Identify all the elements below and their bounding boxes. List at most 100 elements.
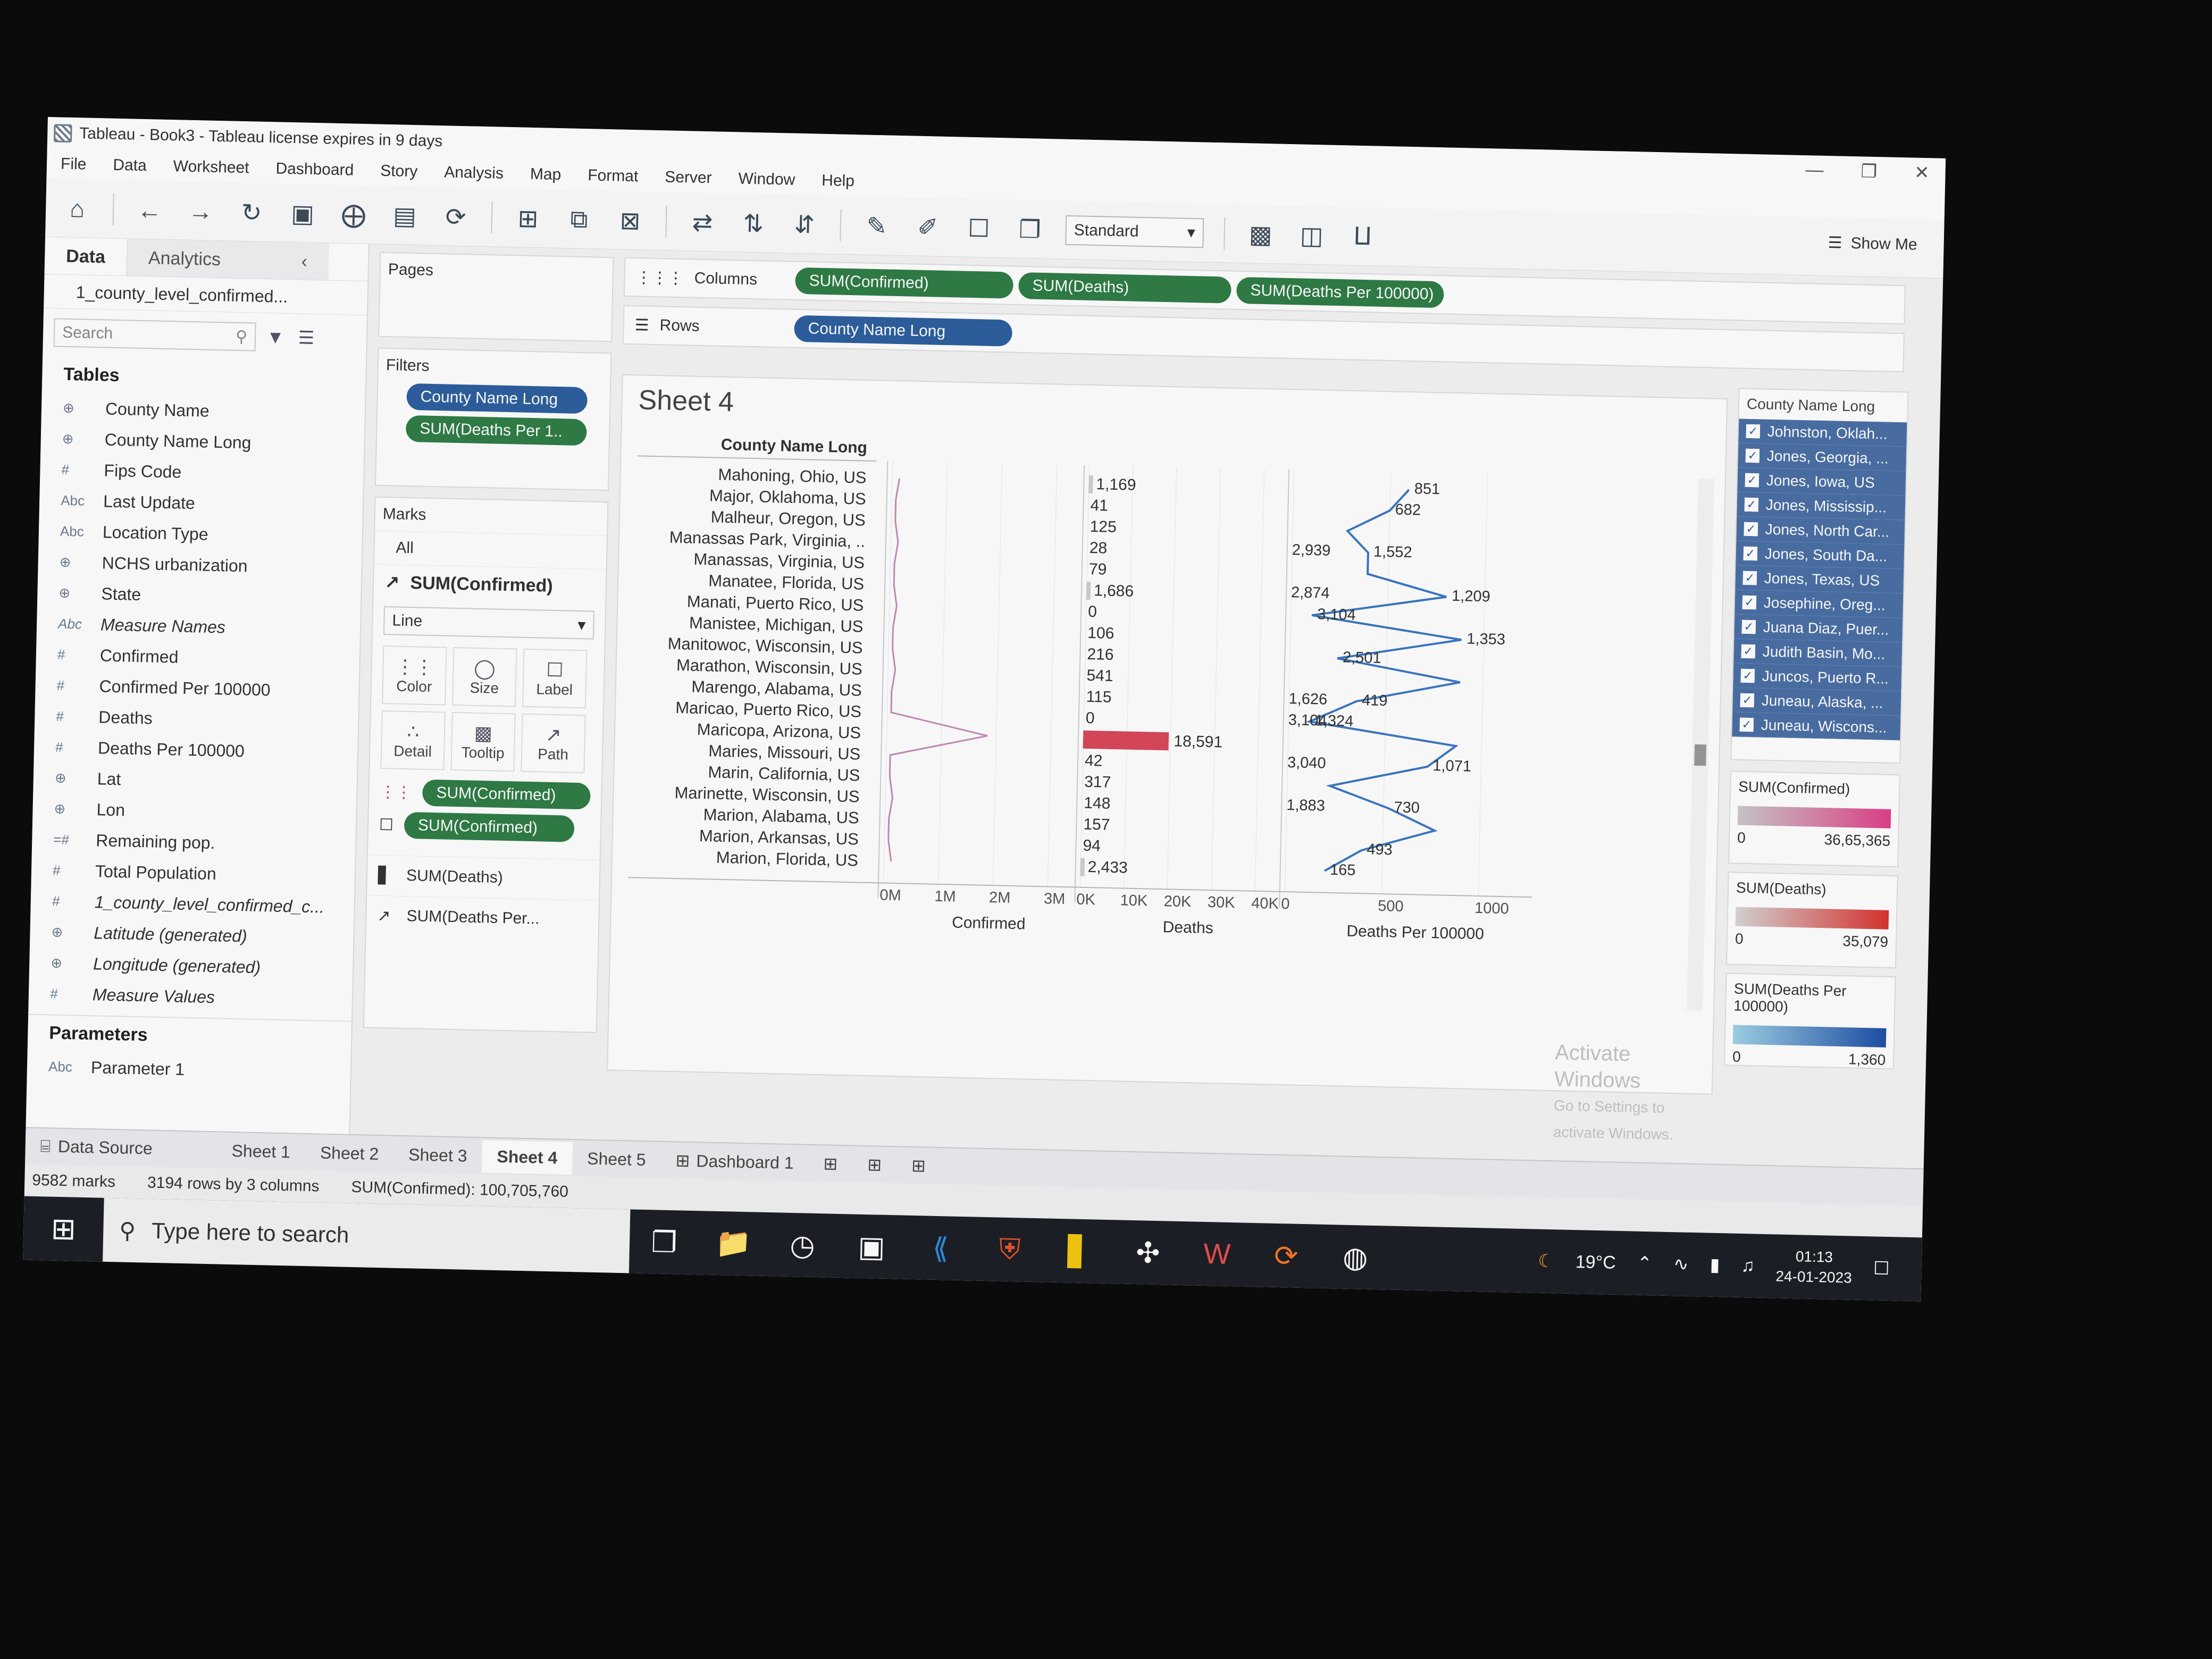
color-legend[interactable]: SUM(Deaths Per 100000) 0 1,360 [1723, 973, 1896, 1070]
menu-dashboard[interactable]: Dashboard [275, 160, 354, 179]
tableau-taskbar-icon[interactable]: ✣ [1113, 1220, 1184, 1285]
color-legend[interactable]: SUM(Confirmed) 0 36,65,365 [1728, 770, 1900, 868]
county-row-label[interactable]: Manassas Park, Virginia, .. [635, 527, 875, 551]
county-row-label[interactable]: Marion, Arkansas, US [629, 825, 868, 849]
legend-list-item[interactable]: ✓ Juneau, Alaska, ... [1732, 688, 1901, 716]
checkbox-checked-icon[interactable]: ✓ [1743, 546, 1758, 560]
close-icon[interactable]: ✕ [1914, 162, 1930, 184]
legend-list-item[interactable]: ✓ Juneau, Wiscons... [1732, 712, 1901, 741]
checkbox-checked-icon[interactable]: ✓ [1745, 473, 1759, 487]
wifi-icon[interactable]: ∿ [1673, 1253, 1689, 1275]
color-button[interactable]: ⋮⋮ Color [382, 645, 447, 706]
column-pill-confirmed[interactable]: SUM(Confirmed) [795, 267, 1014, 299]
filter-pill-deaths-per[interactable]: SUM(Deaths Per 1.. [405, 415, 587, 446]
tooltip-button[interactable]: ▩ Tooltip [450, 711, 516, 772]
volume-icon[interactable]: ♫ [1741, 1255, 1755, 1276]
legend-list-item[interactable]: ✓ Juncos, Puerto R... [1733, 663, 1902, 692]
label-pill[interactable]: SUM(Confirmed) [404, 811, 575, 842]
home-icon[interactable]: ⌂ [62, 194, 93, 223]
chevron-up-icon[interactable]: ⌃ [1637, 1253, 1652, 1275]
windows-start-icon[interactable]: ⊞ [23, 1196, 104, 1262]
taskbar-search[interactable]: ⚲ Type here to search [103, 1197, 631, 1273]
show-labels-icon[interactable]: ☐ [963, 213, 994, 242]
fit-select[interactable]: Standard ▾ [1065, 215, 1204, 248]
county-row-label[interactable]: Mahoning, Ohio, US [636, 463, 876, 488]
save-icon[interactable]: ▣ [287, 198, 319, 228]
new-story-tab-icon[interactable]: ⊞ [896, 1149, 941, 1183]
deaths-bar[interactable] [1080, 858, 1085, 876]
new-worksheet-tab-icon[interactable]: ⊞ [808, 1147, 853, 1181]
clock[interactable]: 01:13 24-01-2023 [1775, 1246, 1853, 1288]
county-row-label[interactable]: Maricopa, Arizona, US [631, 718, 871, 743]
maximize-icon[interactable]: ❐ [1861, 161, 1877, 182]
field-item[interactable]: # Measure Values [28, 978, 352, 1016]
county-row-label[interactable]: Marin, California, US [630, 761, 870, 785]
county-row-label[interactable]: Maries, Missouri, US [631, 740, 870, 764]
legend-list-item[interactable]: ✓ Jones, Iowa, US [1737, 467, 1906, 496]
new-dashboard-tab-icon[interactable]: ⊞ [852, 1147, 897, 1182]
show-me-button[interactable]: ☰ Show Me [1828, 233, 1917, 254]
new-datasource-icon[interactable]: ⨁ [338, 199, 370, 229]
county-row-label[interactable]: Manistee, Michigan, US [633, 612, 873, 636]
checkbox-checked-icon[interactable]: ✓ [1744, 497, 1759, 512]
menu-file[interactable]: File [61, 155, 87, 174]
clear-sheet-icon[interactable]: ⊠ [614, 206, 646, 235]
county-row-label[interactable]: Malheur, Oregon, US [636, 506, 876, 530]
checkbox-checked-icon[interactable]: ✓ [1742, 595, 1757, 609]
vertical-scrollbar[interactable] [1687, 478, 1714, 1011]
marks-deaths-card[interactable]: ▋ SUM(Deaths) [367, 854, 600, 900]
legend-list-item[interactable]: ✓ Johnston, Oklah... [1738, 418, 1907, 447]
task-view-icon[interactable]: ❐ [629, 1209, 700, 1275]
color-pill[interactable]: SUM(Confirmed) [422, 779, 591, 810]
dashboard-tab[interactable]: ⊞ Dashboard 1 [660, 1144, 809, 1180]
scroll-thumb[interactable] [1694, 744, 1706, 766]
checkbox-checked-icon[interactable]: ✓ [1744, 522, 1758, 536]
legend-list-item[interactable]: ✓ Jones, Mississip... [1737, 492, 1906, 521]
filter-pill-county[interactable]: County Name Long [406, 383, 588, 414]
filters-shelf[interactable]: Filters County Name Long SUM(Deaths Per … [375, 347, 612, 491]
menu-map[interactable]: Map [530, 165, 562, 184]
checkbox-checked-icon[interactable]: ✓ [1742, 571, 1757, 585]
sheet-tab[interactable]: Sheet 4 [481, 1139, 573, 1175]
powerbi-icon[interactable]: ▋ [1044, 1218, 1115, 1284]
county-row-label[interactable]: Maricao, Puerto Rico, US [632, 697, 872, 722]
label-button[interactable]: ☐ Label [522, 648, 588, 709]
datasource-tab[interactable]: ⌸ Data Source [25, 1130, 217, 1167]
county-row-label[interactable]: Marion, Alabama, US [629, 803, 869, 828]
legend-list-item[interactable]: ✓ Juana Diaz, Puer... [1734, 614, 1903, 643]
parameter-item[interactable]: Abc Parameter 1 [27, 1051, 350, 1088]
tab-data[interactable]: Data [44, 237, 127, 276]
sheet-tab[interactable]: Sheet 5 [572, 1142, 661, 1176]
photos-app-icon[interactable]: ▣ [836, 1214, 907, 1279]
checkbox-checked-icon[interactable]: ✓ [1741, 619, 1756, 634]
sort-ascending-icon[interactable]: ⇅ [738, 208, 769, 238]
size-button[interactable]: ◯ Size [452, 647, 517, 707]
share-icon[interactable]: ⨿ [1347, 221, 1378, 252]
pages-shelf[interactable]: Pages [378, 252, 614, 342]
duplicate-sheet-icon[interactable]: ⧉ [563, 204, 594, 234]
menu-story[interactable]: Story [380, 162, 418, 181]
county-row-label[interactable]: Major, Oklahoma, US [636, 484, 876, 509]
highlight-icon[interactable]: ✎ [861, 211, 892, 240]
jupyter-icon[interactable]: ⟳ [1251, 1223, 1322, 1288]
confirmed-series-line[interactable] [887, 478, 993, 864]
county-row-label[interactable]: Marinette, Wisconsin, US [630, 782, 869, 807]
worksheet-view[interactable]: Sheet 4 County Name Long Mahoning, Ohio,… [607, 374, 1728, 1143]
presentation-mode-icon[interactable]: ◫ [1296, 221, 1327, 250]
menu-window[interactable]: Window [738, 170, 795, 189]
checkbox-checked-icon[interactable]: ✓ [1739, 717, 1754, 732]
group-icon[interactable]: ✐ [912, 212, 943, 241]
undo-icon[interactable]: ← [134, 195, 165, 224]
marks-active-card[interactable]: ↗ SUM(Confirmed) [373, 564, 606, 606]
sheet-tab[interactable]: Sheet 2 [305, 1136, 394, 1171]
county-row-label[interactable]: Manati, Puerto Rico, US [634, 591, 874, 615]
checkbox-checked-icon[interactable]: ✓ [1745, 448, 1760, 463]
file-explorer-icon[interactable]: 📁 [698, 1211, 769, 1276]
view-list-icon[interactable]: ☰ [298, 327, 314, 349]
county-row-label[interactable]: Manatee, Florida, US [634, 569, 874, 594]
wps-office-icon[interactable]: W [1182, 1221, 1253, 1287]
clock-app-icon[interactable]: ◷ [767, 1212, 838, 1278]
detail-button[interactable]: ∴ Detail [380, 710, 446, 770]
minimize-icon[interactable]: — [1805, 160, 1824, 181]
weather-icon[interactable]: ☾ [1538, 1251, 1554, 1272]
